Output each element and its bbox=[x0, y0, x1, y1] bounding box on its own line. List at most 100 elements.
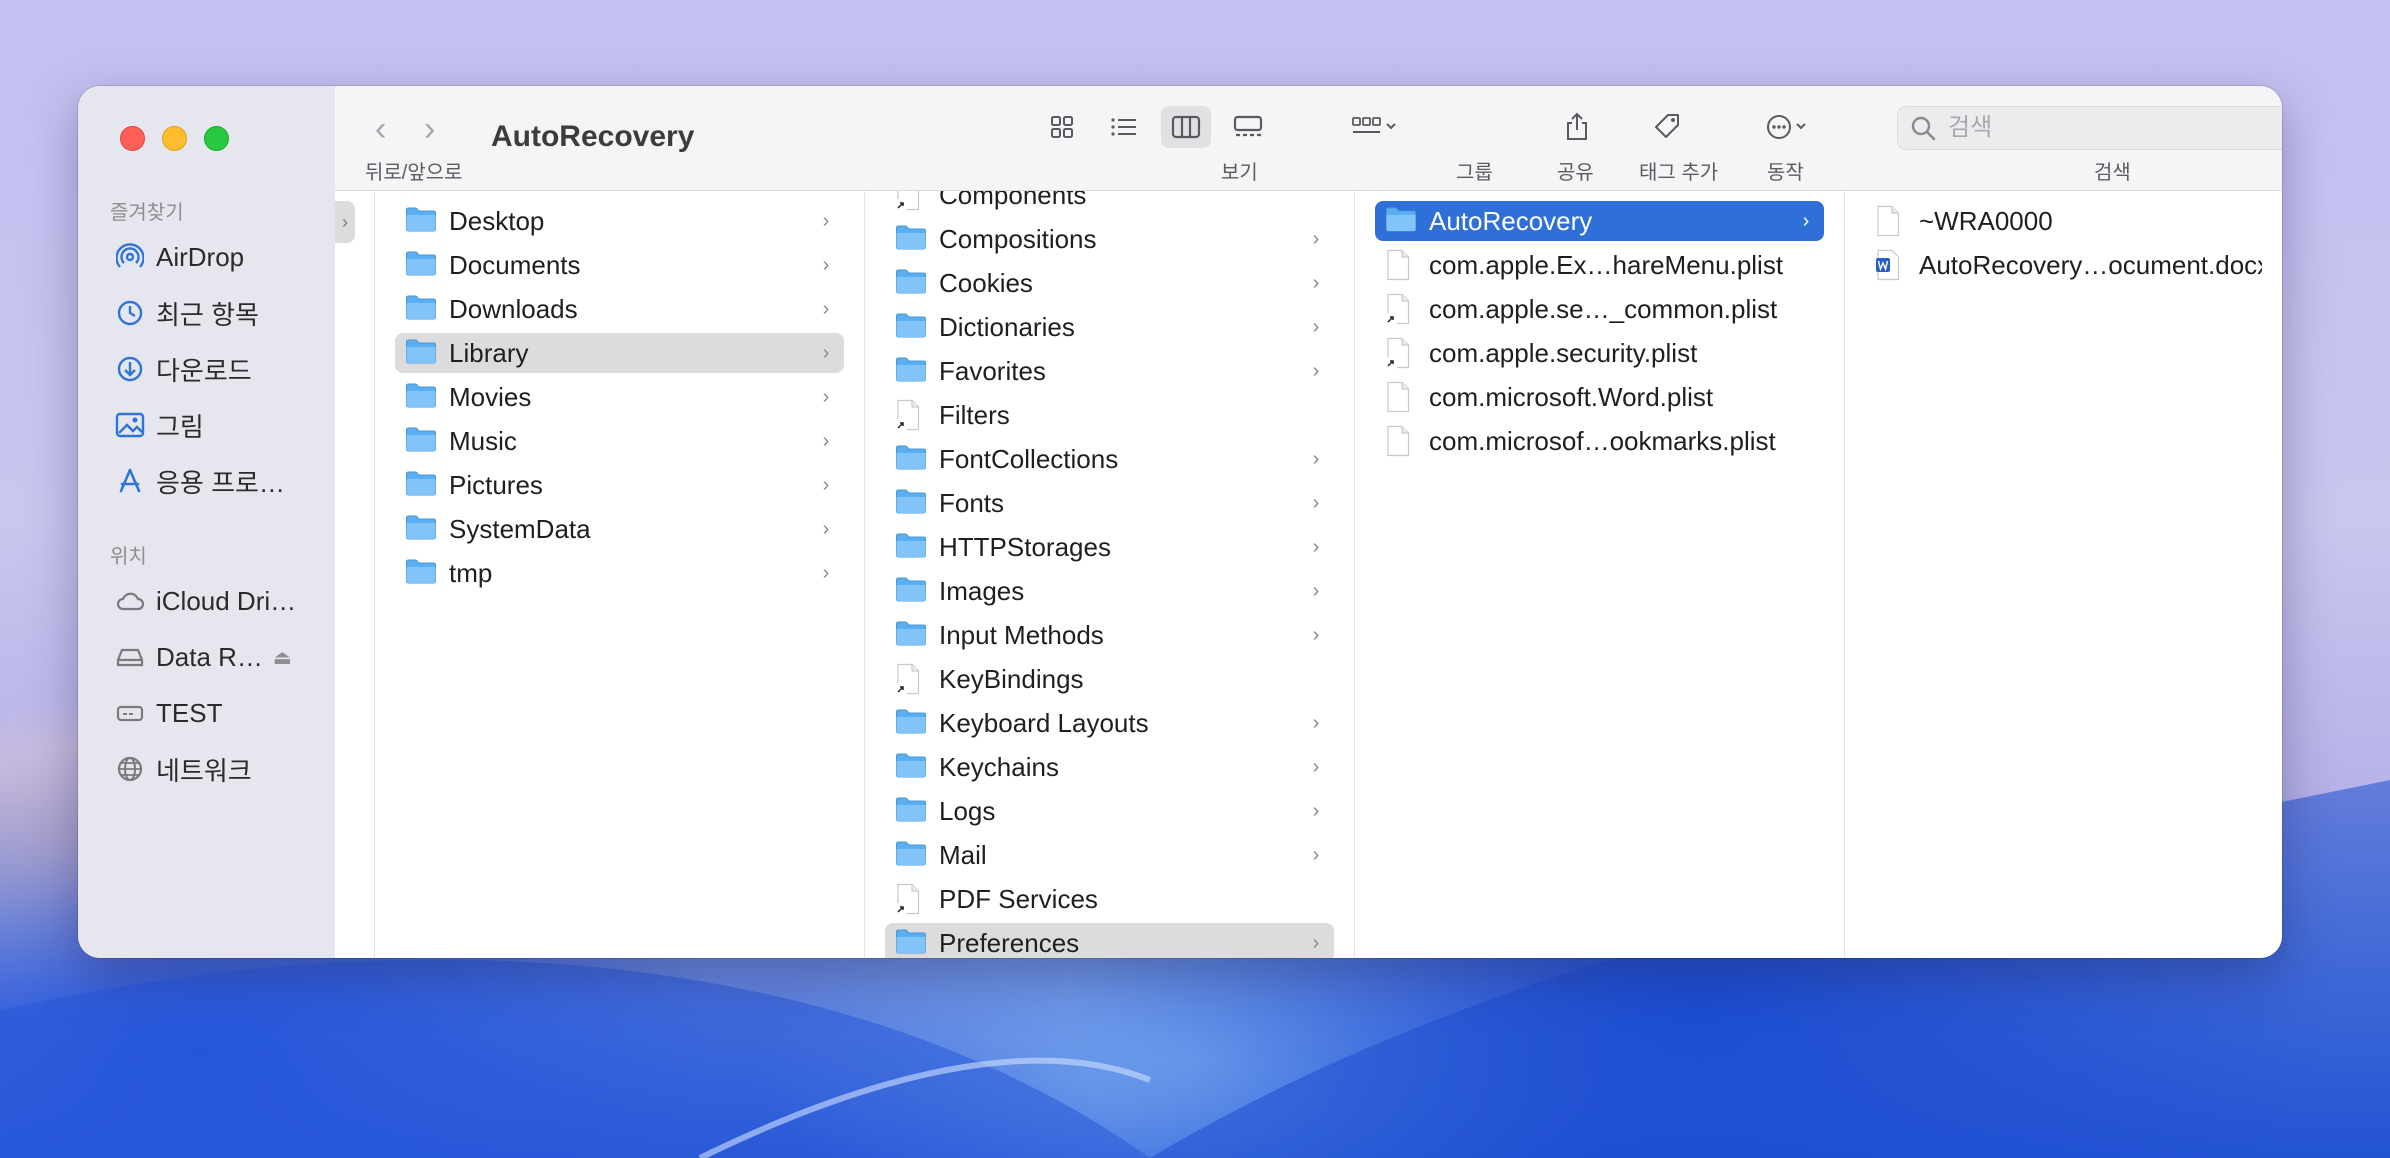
folder-row[interactable]: Documents › bbox=[395, 245, 844, 285]
folder-row[interactable]: Downloads › bbox=[395, 289, 844, 329]
eject-icon[interactable]: ⏏ bbox=[273, 645, 292, 670]
group-button[interactable] bbox=[1345, 106, 1405, 148]
forward-button[interactable]: › bbox=[424, 110, 435, 149]
item-name: Logs bbox=[939, 795, 996, 826]
chevron-right-icon: › bbox=[1312, 535, 1320, 558]
chevron-right-icon: › bbox=[1312, 755, 1320, 778]
sidebar-item-test[interactable]: TEST bbox=[114, 691, 324, 735]
folder-row[interactable]: Logs › bbox=[885, 791, 1334, 831]
item-name: Filters bbox=[939, 399, 1010, 430]
folder-row[interactable]: Movies › bbox=[395, 377, 844, 417]
item-name: com.apple.security.plist bbox=[1429, 337, 1698, 368]
folder-row[interactable]: Pictures › bbox=[395, 465, 844, 505]
folder-row[interactable]: Input Methods › bbox=[885, 615, 1334, 655]
folder-row[interactable]: Desktop › bbox=[395, 201, 844, 241]
file-icon bbox=[1385, 249, 1417, 281]
folder-row[interactable]: Favorites › bbox=[885, 351, 1334, 391]
traffic-lights bbox=[120, 126, 229, 151]
item-name: Keyboard Layouts bbox=[939, 707, 1149, 738]
sidebar-item-airdrop[interactable]: AirDrop bbox=[114, 235, 324, 279]
file-row[interactable]: Filters bbox=[885, 395, 1334, 435]
locations-section-label: 위치 bbox=[110, 546, 147, 568]
folder-row[interactable]: AutoRecovery › bbox=[1375, 201, 1824, 241]
file-row[interactable]: com.microsoft.Word.plist bbox=[1375, 377, 1824, 417]
folder-row[interactable]: Images › bbox=[885, 571, 1334, 611]
folder-row[interactable]: FontCollections › bbox=[885, 439, 1334, 479]
chevron-right-icon: › bbox=[1312, 315, 1320, 338]
file-icon bbox=[895, 883, 927, 915]
file-row[interactable]: Components bbox=[885, 191, 1334, 215]
folder-row[interactable]: Keychains › bbox=[885, 747, 1334, 787]
folder-row[interactable]: HTTPStorages › bbox=[885, 527, 1334, 567]
chevron-right-icon: › bbox=[822, 385, 830, 408]
minimize-button[interactable] bbox=[162, 126, 187, 151]
folder-icon bbox=[895, 927, 927, 958]
folder-row[interactable]: tmp › bbox=[395, 553, 844, 593]
file-row[interactable]: com.apple.Ex…hareMenu.plist bbox=[1375, 245, 1824, 285]
folder-row[interactable]: Cookies › bbox=[885, 263, 1334, 303]
file-row[interactable]: ~WRA0000 bbox=[1865, 201, 2262, 241]
zoom-button[interactable] bbox=[204, 126, 229, 151]
list-view-button[interactable] bbox=[1099, 106, 1149, 148]
folder-row[interactable]: Preferences › bbox=[885, 923, 1334, 958]
nav-caption: 뒤로/앞으로 bbox=[365, 162, 463, 184]
folder-row[interactable]: Compositions › bbox=[885, 219, 1334, 259]
sidebar-item-downloads[interactable]: 다운로드 bbox=[114, 347, 324, 391]
tag-button[interactable] bbox=[1647, 106, 1687, 148]
item-name: Components bbox=[939, 191, 1087, 210]
sidebar-item-label: AirDrop bbox=[156, 241, 245, 272]
search-input[interactable] bbox=[1946, 113, 2282, 143]
item-name: Input Methods bbox=[939, 619, 1104, 650]
folder-row[interactable]: Keyboard Layouts › bbox=[885, 703, 1334, 743]
sidebar-item-pictures[interactable]: 그림 bbox=[114, 403, 324, 447]
file-row[interactable]: PDF Services bbox=[885, 879, 1334, 919]
close-button[interactable] bbox=[120, 126, 145, 151]
sidebar-item-recents[interactable]: 최근 항목 bbox=[114, 291, 324, 335]
item-name: Library bbox=[449, 337, 529, 368]
folder-row[interactable]: SystemData › bbox=[395, 509, 844, 549]
item-name: FontCollections bbox=[939, 443, 1119, 474]
folder-row[interactable]: Fonts › bbox=[885, 483, 1334, 523]
folder-row[interactable]: Dictionaries › bbox=[885, 307, 1334, 347]
file-row[interactable]: AutoRecovery…ocument.docx bbox=[1865, 245, 2262, 285]
share-button[interactable] bbox=[1557, 106, 1597, 148]
folder-icon bbox=[895, 223, 927, 255]
sidebar-item-label: 다운로드 bbox=[156, 355, 252, 386]
folder-icon bbox=[895, 575, 927, 607]
icon-view-button[interactable] bbox=[1037, 106, 1087, 148]
back-button[interactable]: ‹ bbox=[375, 110, 386, 149]
airdrop-icon bbox=[114, 241, 146, 273]
item-name: com.microsof…ookmarks.plist bbox=[1429, 425, 1776, 456]
file-row[interactable]: com.apple.se…_common.plist bbox=[1375, 289, 1824, 329]
sidebar-item-applications[interactable]: 응용 프로… bbox=[114, 459, 324, 503]
sidebar-item-data-disk[interactable]: Data R… ⏏ bbox=[114, 635, 324, 679]
disk-icon bbox=[114, 697, 146, 729]
action-button[interactable] bbox=[1759, 106, 1819, 148]
folder-row[interactable]: Library › bbox=[395, 333, 844, 373]
folder-icon bbox=[1385, 205, 1417, 237]
folder-icon bbox=[895, 311, 927, 343]
search-field[interactable] bbox=[1897, 106, 2282, 150]
file-row[interactable]: KeyBindings bbox=[885, 659, 1334, 699]
sidebar-item-network[interactable]: 네트워크 bbox=[114, 747, 324, 791]
column-view-button[interactable] bbox=[1161, 106, 1211, 148]
folder-icon bbox=[405, 205, 437, 237]
column-4: ~WRA0000 AutoRecovery…ocument.docx bbox=[1845, 191, 2282, 958]
chevron-right-icon: › bbox=[1312, 579, 1320, 602]
chevron-right-icon[interactable]: › bbox=[335, 201, 355, 243]
finder-window: 즐겨찾기 AirDrop 최근 항목 다운로드 그림 응용 프로… 위치 iCl… bbox=[78, 86, 2282, 958]
file-row[interactable]: com.microsof…ookmarks.plist bbox=[1375, 421, 1824, 461]
folder-row[interactable]: Mail › bbox=[885, 835, 1334, 875]
window-title: AutoRecovery bbox=[491, 120, 695, 153]
file-row[interactable]: com.apple.security.plist bbox=[1375, 333, 1824, 373]
item-name: Cookies bbox=[939, 267, 1033, 298]
item-name: ~WRA0000 bbox=[1919, 205, 2053, 236]
item-name: PDF Services bbox=[939, 883, 1098, 914]
item-name: Downloads bbox=[449, 293, 578, 324]
gallery-view-button[interactable] bbox=[1223, 106, 1273, 148]
download-icon bbox=[114, 353, 146, 385]
folder-icon bbox=[895, 531, 927, 563]
sidebar-item-icloud[interactable]: iCloud Dri… bbox=[114, 579, 324, 623]
folder-row[interactable]: Music › bbox=[395, 421, 844, 461]
action-caption: 동작 bbox=[1767, 162, 1804, 184]
